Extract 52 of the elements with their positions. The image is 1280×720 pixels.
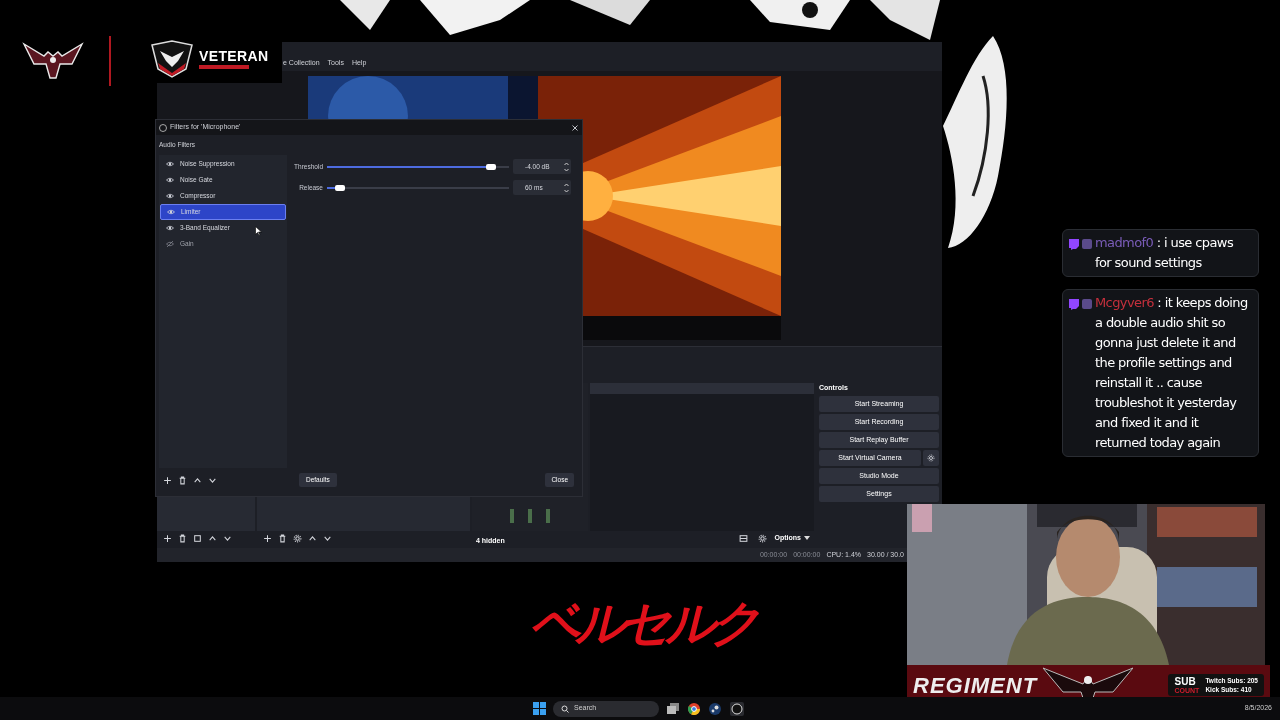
filter-icon[interactable] — [193, 533, 202, 543]
banner-title: REGIMENT — [913, 671, 1038, 700]
settings-icon[interactable] — [757, 533, 767, 543]
user-badge-icon — [1082, 299, 1092, 309]
divider — [109, 36, 111, 86]
logo-stripe — [199, 65, 249, 69]
caret-icon — [804, 536, 810, 540]
settings-icon[interactable] — [293, 533, 302, 543]
chat-message: Mcgyver6 : it keeps doing a double audio shit so gonna just delete it and the profile settings and reinstall it .. cause troubleshot it yesterday and fixed it and it returned today again — [1095, 294, 1249, 452]
up-icon[interactable] — [308, 533, 317, 543]
sub-label: SUB — [1174, 676, 1197, 687]
eye-icon[interactable] — [166, 160, 174, 168]
volume-meter — [528, 509, 532, 523]
delete-icon[interactable] — [278, 533, 287, 543]
browser-icon[interactable] — [688, 702, 700, 715]
settings-button[interactable] — [923, 450, 939, 466]
eye-icon[interactable] — [166, 224, 174, 232]
show-logo: ベルセルク — [530, 598, 755, 648]
add-icon[interactable] — [163, 533, 172, 543]
eagle-logo-icon — [22, 40, 84, 80]
volume-meter — [546, 509, 550, 523]
layout-icon[interactable] — [738, 533, 748, 543]
add-icon[interactable] — [163, 475, 172, 485]
up-icon[interactable] — [193, 475, 202, 485]
logo-text: VETERAN — [199, 49, 269, 63]
app-icon — [159, 123, 167, 132]
up-icon[interactable] — [208, 533, 217, 543]
window-icon[interactable] — [667, 703, 679, 714]
app-icon[interactable] — [709, 702, 721, 715]
search-icon — [561, 704, 569, 713]
slider[interactable] — [327, 183, 509, 192]
cursor-icon — [255, 226, 262, 236]
slider[interactable] — [327, 162, 509, 171]
delete-icon[interactable] — [178, 533, 187, 543]
spinner-icon[interactable] — [564, 161, 569, 172]
recorder-icon[interactable] — [730, 701, 744, 716]
close-icon[interactable] — [571, 123, 579, 132]
eye-icon[interactable] — [167, 208, 175, 216]
eye-icon[interactable] — [166, 176, 174, 184]
chat-message: madmof0 : i use cpaws for sound settings — [1095, 234, 1235, 272]
eye-off-icon[interactable] — [166, 240, 174, 248]
spinner-icon[interactable] — [564, 182, 569, 193]
user-badge-icon — [1082, 239, 1092, 249]
add-icon[interactable] — [263, 533, 272, 543]
start-icon[interactable] — [533, 702, 546, 715]
settings-icon[interactable] — [927, 454, 935, 462]
volume-meter — [510, 509, 514, 523]
chat-badge-icon — [1069, 299, 1079, 310]
chat-badge-icon — [1069, 239, 1079, 250]
shield-logo-icon — [148, 39, 196, 79]
eye-icon[interactable] — [166, 192, 174, 200]
delete-icon[interactable] — [178, 475, 187, 485]
